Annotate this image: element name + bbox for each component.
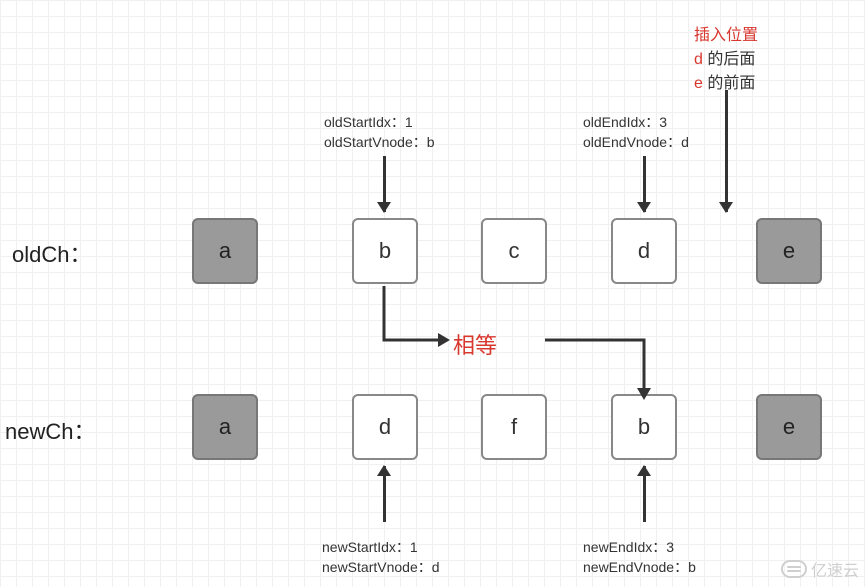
equal-connector-icon bbox=[0, 0, 865, 587]
arrow-new-end-icon bbox=[643, 466, 646, 522]
new-end-labels: newEndIdx：3 newEndVnode：b bbox=[583, 538, 696, 577]
watermark-text: 亿速云 bbox=[811, 557, 859, 581]
new-start-labels: newStartIdx：1 newStartVnode：d bbox=[322, 538, 440, 577]
equal-label: 相等 bbox=[453, 328, 497, 360]
new-start-idx-label: newStartIdx：1 bbox=[322, 538, 440, 558]
new-end-vnode-label: newEndVnode：b bbox=[583, 558, 696, 578]
watermark: 亿速云 bbox=[781, 557, 859, 581]
cloud-icon bbox=[781, 560, 807, 578]
arrow-new-start-icon bbox=[383, 466, 386, 522]
new-start-vnode-label: newStartVnode：d bbox=[322, 558, 440, 578]
new-end-idx-label: newEndIdx：3 bbox=[583, 538, 696, 558]
